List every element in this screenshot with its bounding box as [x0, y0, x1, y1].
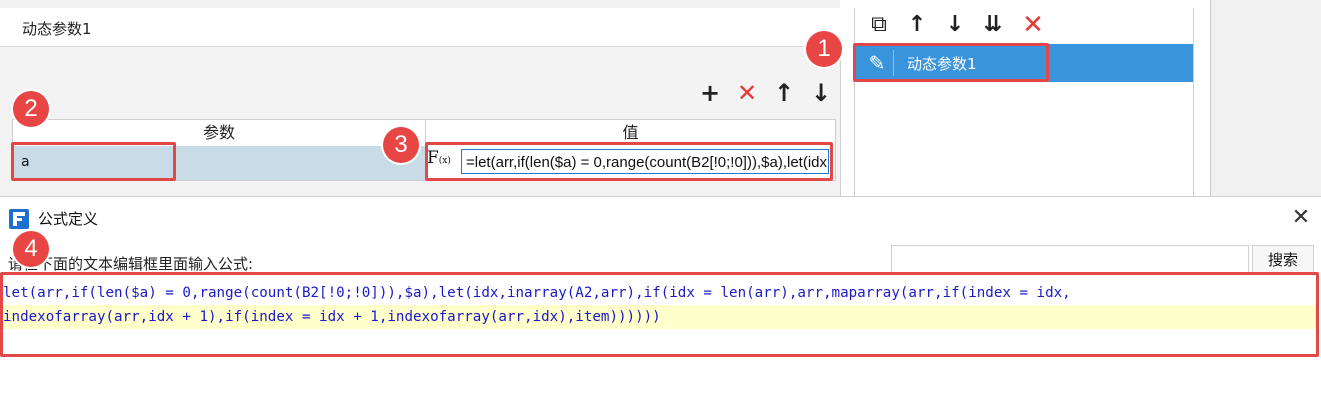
param-list-panel: ⧉ ↑ ↓ ⇊ ✕ ✎ 动态参数1	[854, 8, 1194, 196]
search-input[interactable]	[891, 245, 1249, 273]
move-down-button[interactable]: ↓	[808, 80, 834, 106]
param-tab-label: 动态参数1	[22, 20, 92, 38]
list-up-button[interactable]: ↑	[903, 11, 931, 39]
delete-param-button[interactable]: ✕	[734, 80, 760, 106]
move-up-button[interactable]: ↑	[771, 80, 797, 106]
close-icon[interactable]: ✕	[1288, 205, 1314, 231]
list-delete-button[interactable]: ✕	[1019, 11, 1047, 39]
copy-icon[interactable]: ⧉	[865, 11, 893, 39]
param-tab[interactable]: 动态参数1	[0, 8, 840, 47]
list-down-button[interactable]: ↓	[941, 11, 969, 39]
step-badge-3: 3	[383, 127, 419, 163]
side-gutter	[1210, 0, 1321, 196]
search-button[interactable]: 搜索	[1252, 245, 1314, 273]
step-badge-4: 4	[13, 231, 49, 267]
highlight-box-4	[0, 272, 1319, 357]
highlight-box-1	[853, 43, 1049, 82]
list-bottom-button[interactable]: ⇊	[979, 11, 1007, 39]
param-list-toolbar: ⧉ ↑ ↓ ⇊ ✕	[855, 8, 1193, 44]
add-param-button[interactable]: +	[697, 80, 723, 106]
dialog-title: 公式定义	[38, 210, 99, 228]
dialog-footer-area	[0, 357, 1321, 407]
step-badge-2: 2	[13, 91, 49, 127]
step-badge-1: 1	[806, 31, 842, 67]
highlight-box-2	[11, 142, 176, 181]
highlight-box-3	[425, 142, 833, 181]
app-logo-icon	[9, 209, 29, 229]
